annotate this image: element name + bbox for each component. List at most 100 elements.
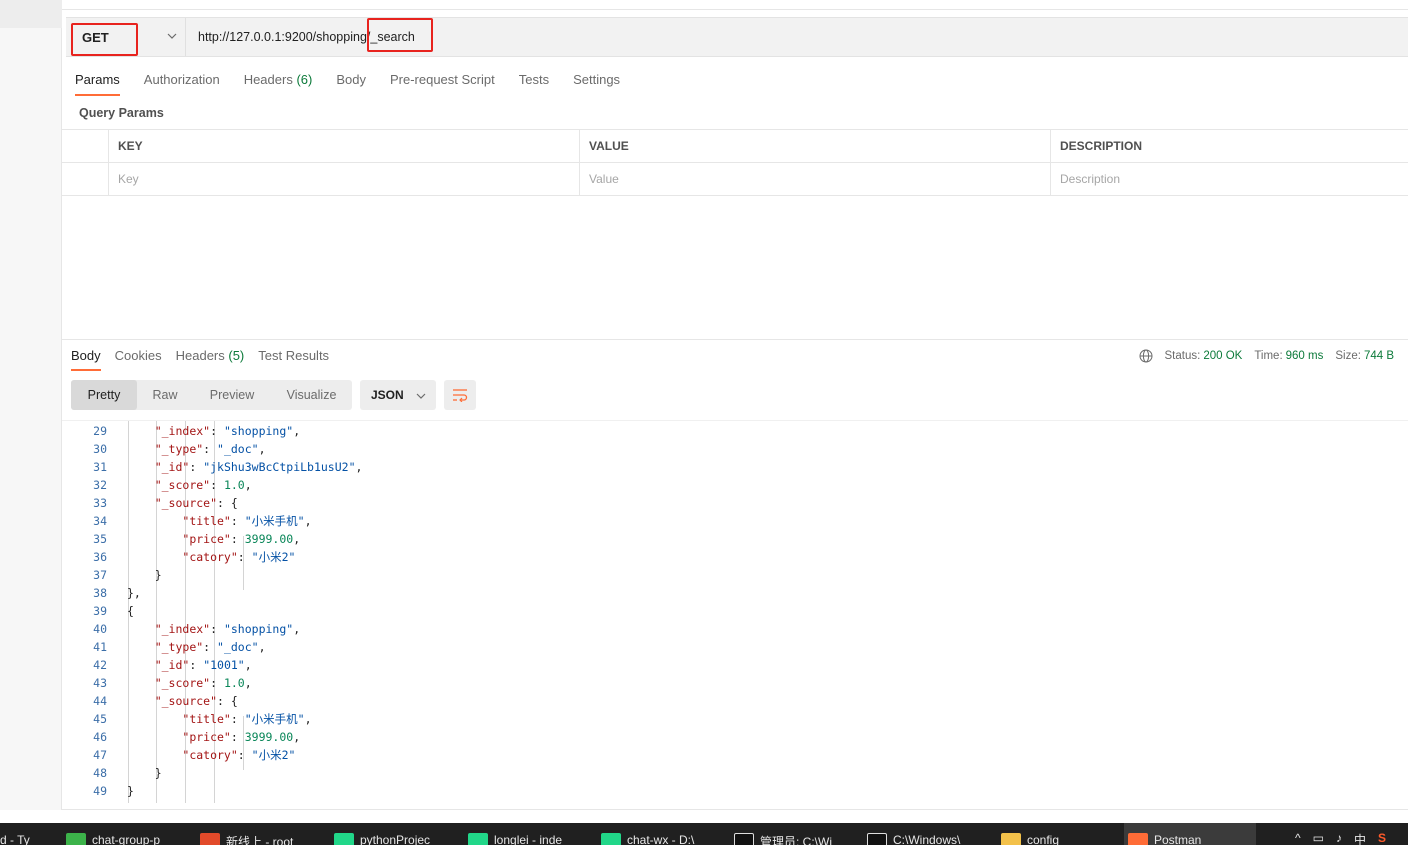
code-text: { (127, 604, 134, 618)
wrap-lines-button[interactable] (444, 380, 476, 410)
checkbox-column (62, 130, 108, 162)
globe-icon[interactable] (1139, 349, 1153, 363)
tab-settings[interactable]: Settings (573, 70, 620, 96)
code-text: "_source": { (154, 694, 238, 708)
line-number: 36 (93, 550, 107, 564)
ime-indicator[interactable]: 中 (1354, 831, 1366, 845)
taskbar-item-c-windows[interactable]: C:\Windows\ (863, 823, 993, 845)
view-mode-switch: Pretty Raw Preview Visualize (71, 380, 352, 410)
tab-body[interactable]: Body (336, 70, 366, 96)
chevron-down-icon (416, 393, 426, 399)
response-status: Status: 200 OK Time: 960 ms Size: 744 B (1139, 346, 1394, 366)
volume-icon[interactable]: ♪ (1336, 831, 1342, 845)
tray-overflow-icon[interactable]: ^ (1295, 831, 1301, 845)
sidebar-top-block (0, 0, 62, 28)
wechat-devtools-icon (66, 833, 86, 845)
view-pretty-button[interactable]: Pretty (71, 380, 137, 410)
tab-label: Params (75, 72, 120, 87)
folder-icon (1001, 833, 1021, 845)
line-number: 46 (93, 730, 107, 744)
taskbar-label: d - Ty (0, 833, 30, 845)
key-column-header: KEY (108, 130, 579, 162)
view-visualize-button[interactable]: Visualize (271, 380, 352, 410)
tab-tests[interactable]: Tests (519, 70, 549, 96)
query-params-table: KEY VALUE DESCRIPTION Key Value Descript… (62, 129, 1408, 196)
tab-label: Headers (175, 348, 229, 363)
line-number: 35 (93, 532, 107, 546)
url-base: http://127.0.0.1:9200/shopping (198, 30, 367, 44)
row-checkbox-cell (62, 163, 108, 195)
code-text: "price": 3999.00, (182, 532, 301, 546)
taskbar-item-chat-group-p[interactable]: chat-group-p (62, 823, 192, 845)
value-input[interactable]: Value (579, 163, 1050, 195)
line-number: 38 (93, 586, 107, 600)
postman-icon (1128, 833, 1148, 845)
tab-response-headers[interactable]: Headers (5) (176, 346, 245, 371)
tray-item[interactable]: ▭ (1313, 831, 1324, 845)
line-number: 40 (93, 622, 107, 636)
pane-divider[interactable] (62, 339, 1408, 340)
format-select[interactable]: JSON (360, 380, 436, 410)
response-tabs: Body Cookies Headers (5) Test Results (71, 346, 343, 371)
tab-count: (5) (228, 348, 245, 363)
code-text: } (127, 568, 162, 582)
tab-response-body[interactable]: Body (71, 346, 101, 371)
size-value[interactable]: 744 B (1364, 350, 1394, 362)
line-number: 44 (93, 694, 107, 708)
response-body-code[interactable]: 29 "_index": "shopping", 30 "_type": "_do… (62, 420, 1408, 803)
tab-authorization[interactable]: Authorization (144, 70, 220, 96)
tab-cookies[interactable]: Cookies (115, 346, 162, 371)
status-bar-divider (62, 809, 1408, 810)
table-header-row: KEY VALUE DESCRIPTION (62, 130, 1408, 163)
query-params-title: Query Params (79, 106, 164, 120)
code-text: "_index": "shopping", (154, 424, 301, 438)
code-text: "catory": "小米2" (182, 748, 296, 762)
code-text: "_index": "shopping", (154, 622, 301, 636)
taskbar-label: 新线上 - root (226, 835, 294, 845)
code-text: "catory": "小米2" (182, 550, 296, 564)
tab-pre-request-script[interactable]: Pre-request Script (390, 70, 495, 96)
tab-headers[interactable]: Headers (6) (244, 70, 313, 96)
line-number: 43 (93, 676, 107, 690)
line-number: 31 (93, 460, 107, 474)
taskbar-item-longlei-inde[interactable]: longlei - inde (464, 823, 594, 845)
value-column-header: VALUE (579, 130, 1050, 162)
taskbar-label: Postman (1154, 833, 1202, 845)
description-input[interactable]: Description (1050, 163, 1408, 195)
sogou-icon[interactable]: S (1378, 831, 1386, 845)
taskbar-item-config[interactable]: config (997, 823, 1127, 845)
tab-label: Tests (518, 72, 550, 87)
status-value[interactable]: 200 OK (1203, 350, 1242, 362)
taskbar-label: C:\Windows\ (893, 833, 961, 845)
pycharm-icon (601, 833, 621, 845)
time-value[interactable]: 960 ms (1286, 350, 1324, 362)
taskbar-item-root[interactable]: 新线上 - root (196, 823, 326, 845)
taskbar-label: chat-group-p (92, 833, 161, 845)
taskbar-label: longlei - inde (494, 833, 563, 845)
code-text: } (127, 766, 162, 780)
search-path-highlight-box (367, 18, 433, 52)
tab-label: Body (336, 72, 366, 87)
view-raw-button[interactable]: Raw (137, 380, 193, 410)
taskbar-item-postman[interactable]: Postman (1124, 823, 1256, 845)
code-text: "_score": 1.0, (154, 676, 252, 690)
tab-params[interactable]: Params (75, 70, 120, 96)
taskbar-item-pythonprojec[interactable]: pythonProjec (330, 823, 460, 845)
code-text: "_type": "_doc", (154, 442, 266, 456)
size-label: Size: (1335, 350, 1361, 362)
line-number: 32 (93, 478, 107, 492)
taskbar-item-chat-wx-d[interactable]: chat-wx - D:\ (597, 823, 727, 845)
line-number: 47 (93, 748, 107, 762)
code-text: "_score": 1.0, (154, 478, 252, 492)
view-preview-button[interactable]: Preview (193, 380, 271, 410)
code-text: }, (127, 586, 141, 600)
key-input[interactable]: Key (108, 163, 579, 195)
taskbar-label: pythonProjec (360, 833, 431, 845)
line-number: 49 (93, 784, 107, 798)
taskbar-item-c-wi[interactable]: 管理员: C:\Wi (730, 823, 860, 845)
code-text: } (127, 784, 134, 798)
description-column-header: DESCRIPTION (1050, 130, 1408, 162)
tab-test-results[interactable]: Test Results (258, 346, 329, 371)
line-number: 33 (93, 496, 107, 510)
line-number: 45 (93, 712, 107, 726)
